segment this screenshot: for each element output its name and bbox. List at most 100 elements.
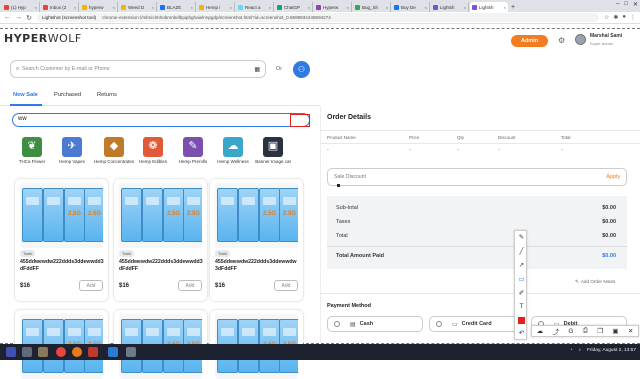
network-icon[interactable]: ◔: [570, 348, 573, 353]
customer-search-input[interactable]: ⌕ Search Customer by E-mail or Phone ▦: [10, 60, 266, 78]
filezilla-app-icon[interactable]: [88, 347, 98, 357]
payment-option-cash[interactable]: ▤ Cash: [327, 316, 423, 332]
tab-close-icon[interactable]: ×: [347, 5, 349, 10]
files-app-icon[interactable]: [22, 347, 32, 357]
new-tab-button[interactable]: +: [509, 2, 517, 12]
menu-icon[interactable]: ⋮: [630, 14, 636, 21]
radio-button[interactable]: [436, 321, 442, 327]
category-item[interactable]: ◆ Hemp Concentrates: [92, 137, 136, 164]
product-card[interactable]: 2.5G 2.5G Twirk 455ddwewdw222ddds3ddewwdw3d…: [210, 179, 303, 301]
browser-tab[interactable]: BLAZE ×: [158, 2, 196, 12]
add-customer-button[interactable]: ⚇: [293, 61, 310, 78]
volume-icon[interactable]: ♪: [579, 348, 581, 353]
admin-button[interactable]: Admin: [511, 35, 548, 47]
apply-button[interactable]: Apply: [606, 174, 620, 180]
tab-close-icon[interactable]: ×: [230, 5, 232, 10]
copy-icon[interactable]: ❐: [597, 327, 603, 335]
tab-close-icon[interactable]: ×: [269, 5, 271, 10]
browser-tab[interactable]: Weed D ×: [119, 2, 157, 12]
color-picker[interactable]: [518, 317, 525, 324]
browser-tab[interactable]: Hemp i ×: [197, 2, 235, 12]
undo-icon[interactable]: ↶: [515, 329, 528, 337]
category-item[interactable]: ✈ Hemp Vapes: [50, 137, 94, 164]
tab-close-icon[interactable]: ×: [74, 5, 76, 10]
tab-close-icon[interactable]: ×: [504, 5, 506, 10]
add-to-order-button[interactable]: Add: [79, 280, 103, 291]
tab-new-sale[interactable]: New Sale: [13, 92, 38, 98]
browser-tab[interactable]: Inbox (2 ×: [41, 2, 79, 12]
barcode-scan-icon[interactable]: ▦: [254, 66, 260, 73]
browser-tab[interactable]: React a ×: [236, 2, 274, 12]
radio-button[interactable]: [334, 321, 340, 327]
marker-icon[interactable]: ✐: [515, 289, 528, 297]
folder-app-icon[interactable]: [38, 347, 48, 357]
product-card[interactable]: 2.5G 2.5G Twirk 455ddwewdw222ddds3ddewwdd3d…: [114, 179, 207, 301]
package-stripe: [221, 197, 234, 205]
category-item[interactable]: ❦ THCa Flower: [10, 137, 54, 164]
category-item[interactable]: ❁ Hemp Edibles: [131, 137, 175, 164]
package-stripe: [263, 328, 276, 336]
firefox-app-icon[interactable]: [72, 347, 82, 357]
sale-discount-input[interactable]: Sale Discount Apply: [327, 168, 627, 186]
google-search-icon[interactable]: G: [568, 328, 573, 335]
browser-tab[interactable]: Buy De ×: [392, 2, 430, 12]
browser-tab[interactable]: Hyperw ×: [314, 2, 352, 12]
bookmark-star-icon[interactable]: ☆: [604, 14, 609, 21]
browser-tab[interactable]: Lightsh ×: [431, 2, 469, 12]
tab-close-icon[interactable]: ×: [191, 5, 193, 10]
arrow-icon[interactable]: ↗: [515, 261, 528, 269]
close-icon[interactable]: ✕: [628, 327, 633, 335]
print-icon[interactable]: ⎙: [583, 327, 588, 335]
browser-tab[interactable]: Lightsh ×: [470, 2, 508, 12]
browser-tab[interactable]: ChatGP ×: [275, 2, 313, 12]
avatar[interactable]: [575, 34, 586, 45]
tab-close-icon[interactable]: ×: [386, 5, 388, 10]
text-tool-icon[interactable]: T: [515, 303, 528, 310]
tab-close-icon[interactable]: ×: [152, 5, 154, 10]
payment-option-credit-card[interactable]: ▭ Credit Card: [429, 316, 525, 332]
maximize-icon[interactable]: □: [624, 1, 628, 8]
minimize-icon[interactable]: –: [616, 1, 619, 8]
category-icon: ✈: [62, 137, 82, 157]
category-item[interactable]: ✎ Hemp Prerolls: [171, 137, 215, 164]
back-icon[interactable]: ←: [4, 14, 11, 21]
payment-method-title: Payment Method: [327, 303, 372, 309]
tab-returns[interactable]: Returns: [97, 92, 117, 98]
tab-close-icon[interactable]: ×: [425, 5, 427, 10]
reload-icon[interactable]: ↻: [26, 14, 32, 22]
clock[interactable]: Friday, August 2, 13:57: [587, 348, 636, 353]
close-icon[interactable]: ✕: [633, 1, 638, 8]
category-item[interactable]: ▣ Banner Image cat: [251, 137, 295, 164]
vscode-app-icon[interactable]: [108, 347, 118, 357]
chrome-app-icon[interactable]: [56, 347, 66, 357]
divider: [320, 293, 640, 294]
settings-gear-icon[interactable]: ⚙: [558, 36, 565, 45]
url-site-label: Lightshot (screenshot tool): [42, 15, 97, 20]
start-menu-icon[interactable]: [6, 347, 16, 357]
tab-purchased[interactable]: Purchased: [54, 92, 81, 98]
profile-icon[interactable]: ●: [622, 14, 626, 21]
forward-icon[interactable]: →: [15, 14, 22, 21]
tab-close-icon[interactable]: ×: [308, 5, 310, 10]
product-search-input[interactable]: ww: [12, 113, 310, 127]
add-to-order-button[interactable]: Add: [274, 280, 298, 291]
share-icon[interactable]: ⤴: [552, 326, 559, 336]
browser-tab[interactable]: (1) Hyp ×: [2, 2, 40, 12]
url-field[interactable]: Lightshot (screenshot tool) chrome-exten…: [37, 13, 599, 22]
tab-close-icon[interactable]: ×: [113, 5, 115, 10]
browser-tab[interactable]: Bug_Sh ×: [353, 2, 391, 12]
save-icon[interactable]: ▣: [612, 327, 618, 335]
extensions-icon[interactable]: ✱: [613, 14, 618, 21]
product-card[interactable]: 2.5G 2.5G Twirk 455ddwewdw222ddds3ddewwdd3d…: [15, 179, 108, 301]
browser-tab[interactable]: hyperw ×: [80, 2, 118, 12]
add-to-order-button[interactable]: Add: [178, 280, 202, 291]
pen-icon[interactable]: ✎: [515, 233, 528, 241]
line-icon[interactable]: ╱: [515, 247, 528, 255]
add-order-notes-button[interactable]: ✎ Add Order Notes: [575, 279, 615, 285]
rectangle-icon[interactable]: ▭: [515, 275, 528, 283]
tab-close-icon[interactable]: ×: [35, 5, 37, 10]
terminal-app-icon[interactable]: [126, 347, 136, 357]
upload-cloud-icon[interactable]: ☁: [537, 327, 544, 335]
category-item[interactable]: ☁ Hemp Wellness: [211, 137, 255, 164]
tab-close-icon[interactable]: ×: [464, 5, 466, 10]
